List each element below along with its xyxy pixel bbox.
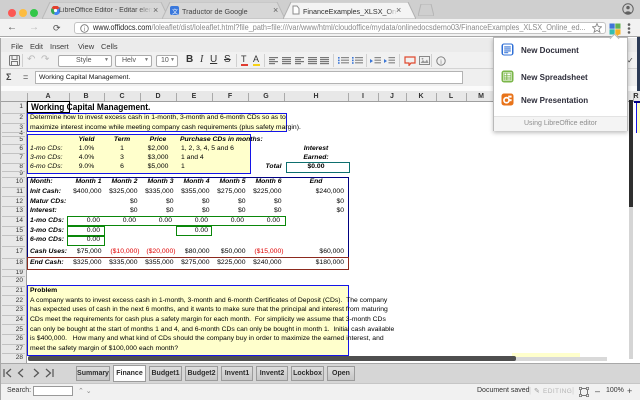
svg-text:i: i xyxy=(84,27,85,33)
svg-text:i: i xyxy=(440,58,442,65)
